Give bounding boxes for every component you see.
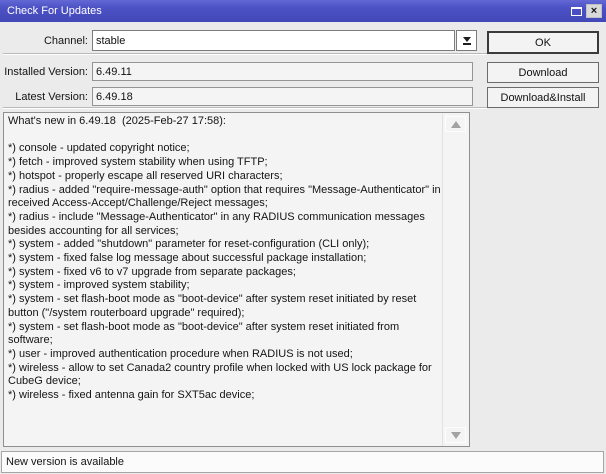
channel-dropdown-button[interactable] (456, 30, 477, 51)
latest-version-field (92, 87, 473, 106)
close-button[interactable]: × (586, 4, 602, 18)
ok-button[interactable]: OK (487, 31, 599, 54)
changelog-box[interactable]: What's new in 6.49.18 (2025-Feb-27 17:58… (3, 112, 470, 447)
window-title: Check For Updates (7, 5, 102, 17)
maximize-button[interactable] (568, 4, 584, 18)
separator-line (3, 53, 487, 55)
channel-input[interactable] (92, 30, 455, 51)
status-bar: New version is available (1, 451, 604, 473)
changelog-text: What's new in 6.49.18 (2025-Feb-27 17:58… (8, 115, 441, 402)
installed-version-label: Installed Version: (4, 66, 88, 78)
titlebar[interactable]: Check For Updates × (0, 0, 606, 22)
dropdown-arrow-icon (462, 36, 471, 42)
check-for-updates-window: { "window": { "title": "Check For Update… (0, 0, 606, 474)
scroll-up-button[interactable] (445, 116, 466, 132)
changelog-scrollbar[interactable] (442, 113, 469, 446)
dropdown-bar-icon (462, 42, 471, 45)
download-button[interactable]: Download (487, 62, 599, 83)
scroll-up-icon (450, 120, 461, 128)
close-icon: × (590, 5, 598, 17)
separator-line (3, 107, 487, 109)
scroll-down-button[interactable] (445, 427, 466, 443)
installed-version-field (92, 62, 473, 81)
latest-version-label: Latest Version: (15, 91, 88, 103)
maximize-icon (570, 6, 582, 16)
download-and-install-button[interactable]: Download&Install (487, 87, 599, 108)
scroll-down-icon (450, 431, 461, 439)
channel-label: Channel: (43, 35, 88, 47)
